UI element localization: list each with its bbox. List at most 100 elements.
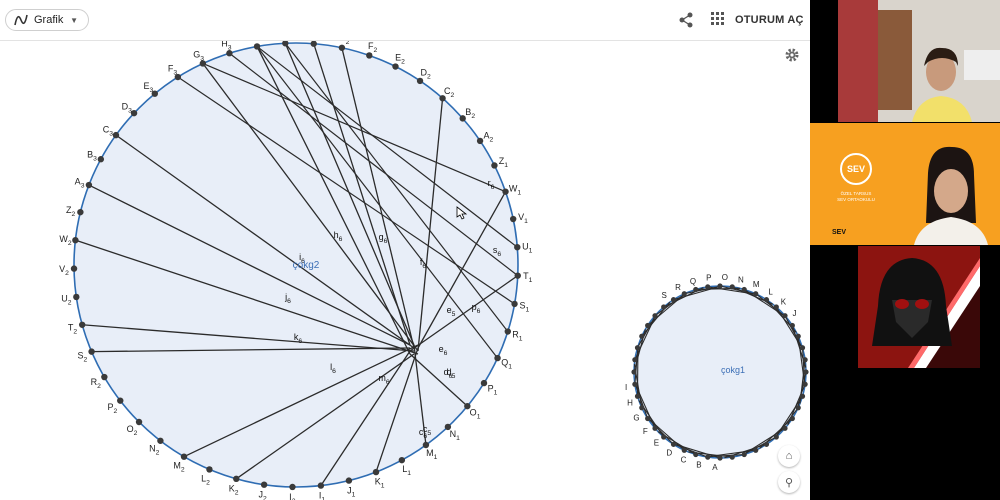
- vertex-point: [338, 44, 346, 51]
- vertex-label: M2: [173, 460, 185, 473]
- graphics-canvas[interactable]: SRQPONMLKJIHGFEDCBAçokg1 H2G2F2E2D2C2B2A…: [0, 41, 810, 500]
- vertex-point: [717, 283, 723, 289]
- vertex-label: N2: [149, 444, 160, 457]
- vertex-point: [773, 434, 779, 440]
- darth-vader-image: [858, 246, 980, 368]
- vertex-label: J2: [259, 490, 268, 500]
- vertex-label: V1: [518, 212, 528, 225]
- sev-footer-logo: SEV: [832, 229, 847, 236]
- vertex-point: [180, 453, 188, 460]
- vertex-point: [70, 265, 78, 272]
- vertex-point: [206, 466, 213, 473]
- vertex-point: [117, 397, 124, 404]
- vertex-label: H3: [221, 41, 232, 52]
- vertex-label: O2: [127, 424, 138, 437]
- apps-grid-icon[interactable]: [711, 12, 725, 26]
- vertex-point: [504, 328, 511, 335]
- vertex-point: [632, 381, 638, 387]
- vertex-point: [392, 63, 399, 70]
- vertex-point: [799, 345, 806, 351]
- vertex-point: [705, 454, 711, 460]
- vertex-point: [802, 381, 808, 387]
- vertex-point: [73, 293, 80, 301]
- vertex-point: [645, 322, 651, 329]
- vertex-label: A: [712, 463, 718, 472]
- app-title: Grafik: [34, 14, 64, 26]
- vertex-label: R1: [512, 330, 523, 343]
- vertex-label: K1: [375, 476, 385, 489]
- vertex-point: [514, 272, 521, 279]
- zoom-button[interactable]: ⚲: [778, 471, 800, 493]
- vertex-label: Q1: [501, 357, 512, 370]
- vertex-label: U2: [61, 293, 72, 306]
- vertex-label: S1: [520, 301, 530, 314]
- participant-video-2: SEV ÖZEL TARSUS SEV ORTAOKULU SEV: [810, 123, 1000, 245]
- vertex-label: C: [681, 456, 687, 465]
- vertex-point: [753, 447, 759, 453]
- vertex-label: V2: [59, 264, 69, 277]
- vertex-point: [670, 297, 677, 303]
- vertex-label: C2: [444, 86, 455, 99]
- sev-logo: SEV: [840, 153, 872, 185]
- vertex-point: [491, 162, 498, 169]
- vertex-point: [372, 468, 380, 476]
- vertex-label: B: [696, 461, 701, 470]
- vertex-point: [416, 77, 424, 85]
- vertex-label: C3: [103, 124, 114, 137]
- school-name: ÖZEL TARSUS SEV ORTAOKULU: [837, 191, 875, 202]
- vertex-point: [631, 369, 637, 375]
- vertex-point: [398, 456, 406, 464]
- magnifier-icon: ⚲: [784, 476, 794, 489]
- vertex-label: R2: [91, 377, 102, 390]
- participant-photo-1: [838, 0, 1000, 122]
- vertex-point: [77, 208, 84, 216]
- vertex-label: L2: [201, 474, 210, 487]
- vertex-label: T2: [68, 322, 78, 335]
- share-icon[interactable]: [676, 10, 696, 30]
- vertex-point: [661, 434, 667, 440]
- vertex-label: R: [675, 283, 681, 292]
- vertex-point: [135, 418, 143, 426]
- vertex-label: N: [738, 275, 744, 284]
- settings-gear-icon[interactable]: [784, 47, 800, 63]
- vertex-label: W1: [509, 183, 522, 196]
- vertex-point: [157, 437, 164, 444]
- vertex-point: [729, 284, 735, 290]
- vertex-point: [795, 333, 801, 339]
- vertex-label: Z2: [66, 205, 76, 218]
- vertex-label: H: [627, 399, 633, 408]
- vertex-point: [366, 52, 373, 59]
- vertex-point: [741, 451, 747, 458]
- vertex-point: [97, 156, 105, 163]
- vertex-point: [502, 188, 509, 195]
- vertex-label: N1: [450, 429, 461, 442]
- vertex-point: [88, 348, 95, 355]
- vertex-label: S2: [78, 351, 88, 364]
- vertex-label: P: [706, 274, 711, 283]
- home-button[interactable]: ⌂: [778, 445, 800, 467]
- vertex-label: P2: [107, 402, 117, 415]
- vertex-label: D: [666, 448, 672, 457]
- vertex-label: J1: [347, 485, 356, 498]
- vertex-point: [253, 43, 261, 50]
- top-toolbar: Grafik ▼ OTURUM AÇ: [0, 0, 810, 41]
- vertex-point: [639, 405, 645, 411]
- vertex-point: [693, 286, 699, 293]
- vertex-point: [670, 441, 677, 447]
- vertex-label: I2: [289, 492, 296, 500]
- vertex-point: [681, 447, 687, 453]
- vertex-label: A3: [75, 176, 85, 189]
- vertex-point: [72, 236, 79, 244]
- vertex-label: F2: [368, 41, 378, 54]
- vertex-point: [799, 393, 806, 399]
- sign-in-button[interactable]: OTURUM AÇ: [735, 14, 804, 26]
- app-selector[interactable]: Grafik ▼: [5, 9, 89, 31]
- vertex-label: I1: [319, 491, 326, 500]
- small-circle-group: SRQ P O NMLKJ IHGFEDCB Açokg1: [625, 273, 809, 472]
- vertex-point: [317, 482, 325, 489]
- vertex-point: [639, 333, 645, 339]
- vertex-point: [789, 322, 795, 329]
- vertex-point: [652, 425, 658, 431]
- vertex-point: [693, 451, 699, 458]
- vertex-point: [233, 475, 240, 483]
